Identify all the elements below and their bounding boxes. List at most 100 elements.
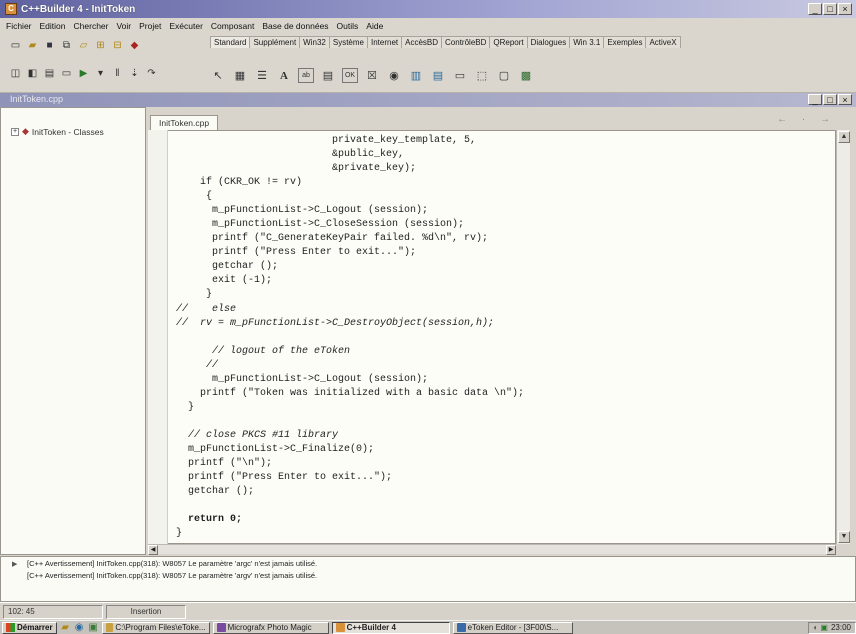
window-title: C++Builder 4 - InitToken bbox=[21, 3, 136, 15]
code-comment-line: // else bbox=[176, 304, 237, 315]
menu-edition[interactable]: Edition bbox=[40, 21, 66, 31]
toolbar-file: ▭ ▰ ■ ⧉ ▱ ⊞ ⊟ ◆ bbox=[8, 38, 142, 52]
palette-tab-exemples[interactable]: Exemples bbox=[603, 36, 647, 48]
open-project-icon[interactable]: ▱ bbox=[76, 38, 91, 52]
view-form-icon[interactable]: ◧ bbox=[25, 66, 40, 80]
editor-window-title: InitToken.cpp bbox=[10, 94, 64, 104]
scroll-left-icon[interactable]: ◀ bbox=[148, 545, 158, 555]
volume-icon[interactable]: ◖ bbox=[813, 623, 818, 632]
save-all-icon[interactable]: ⧉ bbox=[59, 38, 74, 52]
minimize-button[interactable]: _ bbox=[808, 3, 822, 15]
quicklaunch-browser-icon[interactable]: ◉ bbox=[74, 622, 85, 633]
vertical-scrollbar[interactable]: ▲ ▼ bbox=[836, 130, 850, 544]
class-tree-label: InitToken - Classes bbox=[31, 126, 104, 137]
task-label: eToken Editor - [3F00\S... bbox=[467, 623, 559, 632]
new-form-icon[interactable]: ▭ bbox=[59, 66, 74, 80]
new-file-icon[interactable]: ▭ bbox=[8, 38, 23, 52]
radiobutton-icon[interactable]: ◉ bbox=[386, 68, 402, 83]
mainmenu-icon[interactable]: ☰ bbox=[254, 68, 270, 83]
trace-into-icon[interactable]: ⇣ bbox=[127, 66, 142, 80]
horizontal-scrollbar[interactable]: ◀ ▶ bbox=[148, 544, 836, 555]
add-to-project-icon[interactable]: ⊞ bbox=[93, 38, 108, 52]
save-icon[interactable]: ■ bbox=[42, 38, 57, 52]
button-icon[interactable]: OK bbox=[342, 68, 358, 83]
panel-icon[interactable]: ▩ bbox=[518, 68, 534, 83]
editor-close-button[interactable]: × bbox=[838, 94, 852, 105]
palette-tab-supplement[interactable]: Supplément bbox=[249, 36, 301, 48]
help-icon[interactable]: ◆ bbox=[127, 38, 142, 52]
clock[interactable]: 23:00 bbox=[831, 623, 851, 632]
label-icon[interactable]: A bbox=[276, 68, 292, 83]
checkbox-icon[interactable]: ☒ bbox=[364, 68, 380, 83]
palette-tab-activex[interactable]: ActiveX bbox=[645, 36, 681, 48]
editor-minimize-button[interactable]: _ bbox=[808, 94, 822, 105]
menu-composant[interactable]: Composant bbox=[211, 21, 254, 31]
close-button[interactable]: × bbox=[838, 3, 852, 15]
scroll-up-icon[interactable]: ▲ bbox=[838, 131, 850, 143]
expand-icon[interactable]: + bbox=[11, 127, 19, 136]
run-icon[interactable]: ▶ bbox=[76, 66, 91, 80]
chevron-down-icon[interactable]: ▾ bbox=[93, 66, 108, 80]
code-line: &private_key); bbox=[176, 163, 417, 174]
menu-voir[interactable]: Voir bbox=[116, 21, 131, 31]
task-photo-magic[interactable]: Micrografx Photo Magic bbox=[212, 621, 329, 634]
start-button[interactable]: Démarrer bbox=[2, 621, 57, 634]
listbox-icon[interactable]: ▥ bbox=[408, 68, 424, 83]
menu-base-de-donnees[interactable]: Base de données bbox=[262, 21, 328, 31]
task-cppbuilder[interactable]: C++Builder 4 bbox=[331, 621, 450, 634]
scroll-right-icon[interactable]: ▶ bbox=[826, 545, 836, 555]
taskbar: Démarrer ▰ ◉ ▣ C:\Program Files\eToke...… bbox=[0, 620, 856, 634]
cppbuilder-app-icon: C bbox=[5, 3, 17, 15]
editor-window-header: InitToken.cpp _ □ × bbox=[0, 93, 856, 107]
menu-projet[interactable]: Projet bbox=[139, 21, 161, 31]
network-icon[interactable]: ▣ bbox=[820, 623, 828, 632]
edit-icon[interactable]: ab bbox=[298, 68, 314, 83]
menu-outils[interactable]: Outils bbox=[337, 21, 359, 31]
menu-executer[interactable]: Exécuter bbox=[169, 21, 203, 31]
editor-maximize-button[interactable]: □ bbox=[823, 94, 837, 105]
message-arrow-icon: ▶ bbox=[12, 561, 18, 568]
task-etoken-editor[interactable]: eToken Editor - [3F00\S... bbox=[452, 621, 573, 634]
remove-from-project-icon[interactable]: ⊟ bbox=[110, 38, 125, 52]
scrollbar-icon[interactable]: ▭ bbox=[452, 68, 468, 83]
palette-tab-win31[interactable]: Win 3.1 bbox=[569, 36, 605, 48]
message-line[interactable]: [C++ Avertissement] InitToken.cpp(318): … bbox=[27, 559, 317, 568]
photo-magic-icon bbox=[216, 623, 226, 632]
tab-inittoken-cpp[interactable]: InitToken.cpp bbox=[150, 115, 219, 130]
frames-icon[interactable]: ▦ bbox=[232, 68, 248, 83]
menu-fichier[interactable]: Fichier bbox=[6, 21, 32, 31]
step-over-icon[interactable]: ↷ bbox=[144, 66, 159, 80]
code-line: getchar (); bbox=[176, 486, 255, 497]
palette-tab-dialogues[interactable]: Dialogues bbox=[526, 36, 571, 48]
task-explorer[interactable]: C:\Program Files\eToke... bbox=[101, 621, 210, 634]
view-unit-icon[interactable]: ◫ bbox=[8, 66, 23, 80]
open-folder-icon[interactable]: ▰ bbox=[25, 38, 40, 52]
editor-nav-arrows[interactable]: ← · → bbox=[777, 114, 836, 125]
palette-tab-internet[interactable]: Internet bbox=[366, 36, 403, 48]
palette-tab-controlebd[interactable]: ContrôleBD bbox=[441, 36, 491, 48]
code-line: { bbox=[176, 191, 213, 202]
insert-mode: Insertion bbox=[106, 604, 186, 619]
quicklaunch-desktop-icon[interactable]: ▣ bbox=[88, 622, 99, 633]
palette-tab-accesbd[interactable]: AccèsBD bbox=[401, 36, 443, 48]
palette-tab-systeme[interactable]: Système bbox=[328, 36, 368, 48]
palette-tab-standard[interactable]: Standard bbox=[210, 36, 251, 48]
radiogroup-icon[interactable]: ▢ bbox=[496, 68, 512, 83]
maximize-button[interactable]: □ bbox=[823, 3, 837, 15]
toggle-form-icon[interactable]: ▤ bbox=[42, 66, 57, 80]
palette-tab-win32[interactable]: Win32 bbox=[299, 36, 330, 48]
class-tree-item[interactable]: + ◆ InitToken - Classes bbox=[11, 126, 104, 137]
menu-aide[interactable]: Aide bbox=[366, 21, 383, 31]
memo-icon[interactable]: ▤ bbox=[320, 68, 336, 83]
combobox-icon[interactable]: ▤ bbox=[430, 68, 446, 83]
quicklaunch-folder-icon[interactable]: ▰ bbox=[60, 622, 71, 633]
scroll-down-icon[interactable]: ▼ bbox=[838, 531, 850, 543]
pause-icon[interactable]: ‖ bbox=[110, 66, 125, 80]
menu-chercher[interactable]: Chercher bbox=[74, 21, 109, 31]
editor-window-controls: _ □ × bbox=[808, 94, 852, 105]
pointer-icon[interactable]: ↖ bbox=[210, 68, 226, 83]
message-line[interactable]: [C++ Avertissement] InitToken.cpp(318): … bbox=[27, 571, 317, 580]
palette-tab-qreport[interactable]: QReport bbox=[489, 36, 528, 48]
groupbox-icon[interactable]: ⬚ bbox=[474, 68, 490, 83]
cursor-position: 102: 45 bbox=[3, 604, 103, 619]
